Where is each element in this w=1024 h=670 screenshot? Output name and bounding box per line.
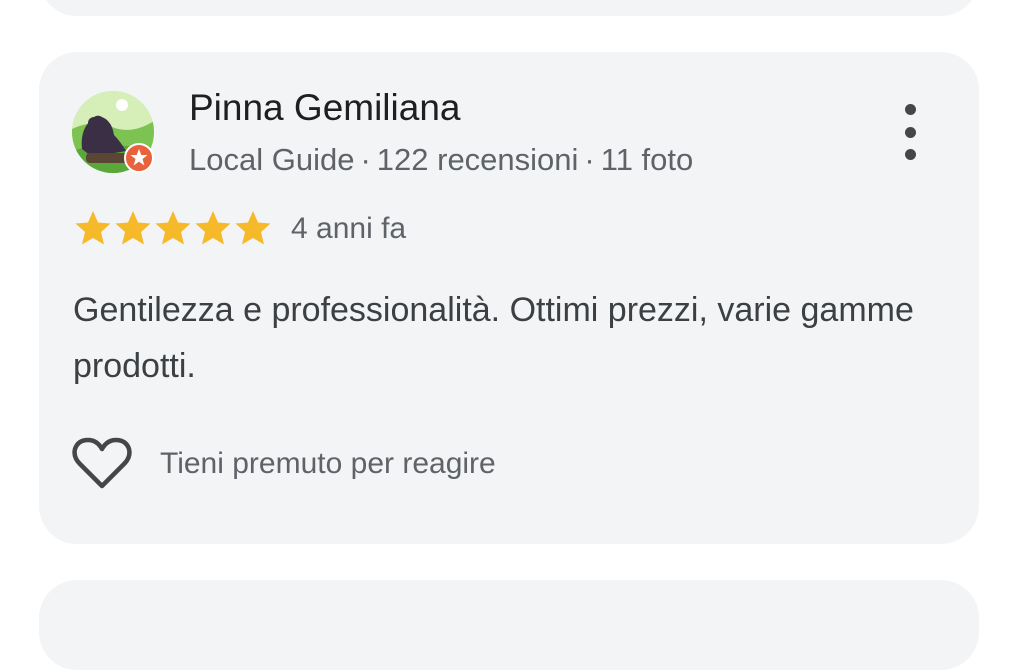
star-icon <box>155 211 191 245</box>
more-vert-icon <box>904 104 916 115</box>
review-text: Gentilezza e professionalità. Ottimi pre… <box>73 291 914 385</box>
meta-separator: · <box>360 142 371 177</box>
next-review-card <box>39 580 979 670</box>
meta-separator: · <box>584 142 595 177</box>
more-vert-icon-dot <box>904 149 916 160</box>
avatar[interactable] <box>72 91 154 173</box>
author-meta: Local Guide · 122 recensioni · 11 foto <box>189 140 693 180</box>
photo-count: 11 foto <box>600 142 694 177</box>
local-guide-badge-icon <box>124 143 154 173</box>
review-count: 122 recensioni <box>376 142 579 177</box>
heart-outline-icon <box>72 437 132 489</box>
review-date: 4 anni fa <box>291 212 407 245</box>
star-icon <box>75 211 111 245</box>
author-role: Local Guide <box>189 142 355 177</box>
author-name[interactable]: Pinna Gemiliana <box>189 86 460 130</box>
star-icon <box>235 211 271 245</box>
react-label: Tieni premuto per reagire <box>160 447 496 480</box>
more-vert-icon-dot <box>904 126 916 138</box>
star-rating <box>73 208 273 248</box>
react-button[interactable] <box>72 436 132 492</box>
star-icon <box>195 211 231 245</box>
more-options-button[interactable] <box>893 104 927 160</box>
star-icon <box>115 211 151 245</box>
previous-review-card <box>39 0 979 16</box>
